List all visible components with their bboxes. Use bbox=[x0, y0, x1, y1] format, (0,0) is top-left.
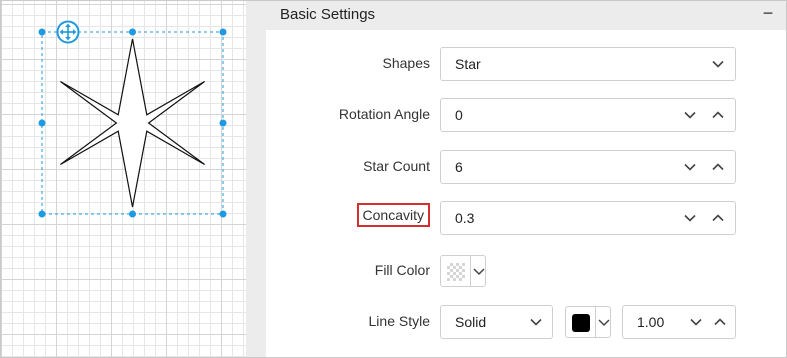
rotation-label: Rotation Angle bbox=[338, 106, 430, 122]
shapes-row: Shapes Star bbox=[266, 47, 786, 81]
chevron-up-icon[interactable] bbox=[709, 106, 727, 124]
line-width-value: 1.00 bbox=[637, 314, 665, 330]
chevron-down-icon[interactable] bbox=[681, 106, 699, 124]
fill-color-swatch bbox=[447, 263, 465, 281]
chevron-down-icon[interactable] bbox=[472, 263, 486, 279]
handle-top-left bbox=[38, 28, 46, 36]
line-color-swatch bbox=[572, 314, 590, 332]
line-style-value: Solid bbox=[455, 314, 487, 330]
chevron-up-icon[interactable] bbox=[709, 209, 727, 227]
chevron-down-icon[interactable] bbox=[709, 55, 727, 73]
move-arrows-icon bbox=[56, 20, 80, 44]
line-style-label: Line Style bbox=[368, 313, 430, 329]
line-color-picker[interactable] bbox=[565, 306, 611, 338]
canvas-drawing bbox=[38, 20, 227, 218]
fill-color-picker[interactable] bbox=[440, 255, 486, 287]
rotation-stepper[interactable]: 0 bbox=[440, 98, 736, 132]
fill-color-row: Fill Color bbox=[266, 254, 786, 288]
handle-top bbox=[129, 28, 136, 36]
divider bbox=[470, 256, 471, 286]
handle-bottom-right bbox=[219, 210, 227, 218]
line-style-dropdown[interactable]: Solid bbox=[440, 305, 553, 339]
chevron-up-icon[interactable] bbox=[709, 158, 727, 176]
chevron-down-icon[interactable] bbox=[687, 313, 705, 331]
concavity-row: Concavity 0.3 bbox=[266, 201, 786, 235]
concavity-value: 0.3 bbox=[455, 210, 475, 226]
star-count-row: Star Count 6 bbox=[266, 150, 786, 184]
concavity-stepper[interactable]: 0.3 bbox=[440, 201, 736, 235]
diagram-canvas[interactable] bbox=[1, 1, 246, 357]
panel-splitter[interactable] bbox=[246, 1, 266, 357]
chevron-down-icon[interactable] bbox=[681, 209, 699, 227]
shapes-dropdown[interactable]: Star bbox=[440, 47, 736, 81]
star-shape bbox=[60, 38, 205, 208]
handle-bottom-left bbox=[38, 210, 46, 218]
star-count-stepper[interactable]: 6 bbox=[440, 150, 736, 184]
rotation-value: 0 bbox=[455, 107, 463, 123]
chevron-up-icon[interactable] bbox=[711, 313, 729, 331]
handle-bottom bbox=[129, 210, 136, 218]
handle-top-right bbox=[219, 28, 227, 36]
panel-title: Basic Settings bbox=[280, 6, 376, 23]
chevron-down-icon[interactable] bbox=[597, 314, 611, 330]
fill-color-label: Fill Color bbox=[374, 262, 430, 278]
divider bbox=[595, 307, 596, 337]
panel-header[interactable]: Basic Settings − bbox=[246, 1, 786, 30]
handle-left bbox=[38, 119, 46, 127]
concavity-label: Concavity bbox=[356, 203, 430, 227]
star-count-value: 6 bbox=[455, 159, 463, 175]
chevron-down-icon[interactable] bbox=[527, 313, 545, 331]
shapes-label: Shapes bbox=[382, 55, 430, 71]
rotation-row: Rotation Angle 0 bbox=[266, 98, 786, 132]
collapse-button[interactable]: − bbox=[760, 4, 776, 22]
shapes-value: Star bbox=[455, 56, 481, 72]
line-style-row: Line Style Solid 1.00 bbox=[266, 305, 786, 339]
properties-panel: Basic Settings − Shapes Star Rotation An… bbox=[246, 1, 786, 357]
chevron-down-icon[interactable] bbox=[681, 158, 699, 176]
handle-right bbox=[219, 119, 227, 127]
star-count-label: Star Count bbox=[363, 158, 430, 174]
line-width-stepper[interactable]: 1.00 bbox=[622, 305, 736, 339]
